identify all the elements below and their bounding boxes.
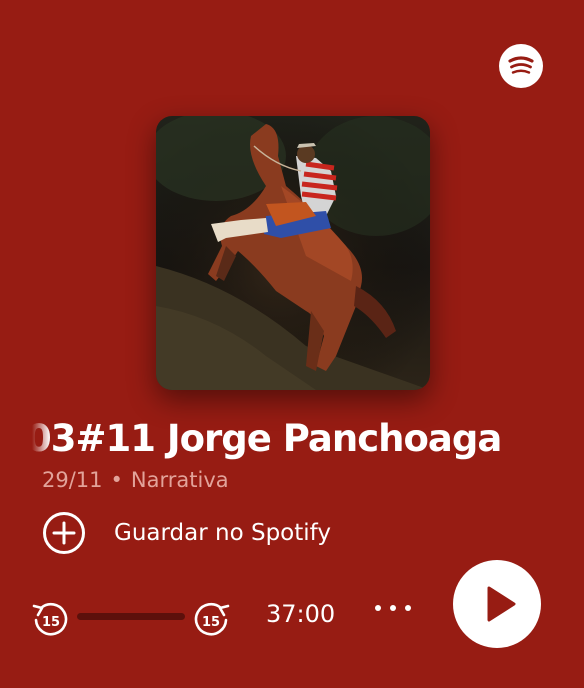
episode-meta: 29/11 • Narrativa bbox=[42, 468, 229, 492]
plus-circle-icon[interactable] bbox=[42, 511, 86, 555]
progress-bar[interactable] bbox=[77, 613, 185, 620]
episode-cover-art bbox=[156, 116, 430, 390]
save-to-spotify-button[interactable]: Guardar no Spotify bbox=[42, 512, 331, 554]
meta-separator: • bbox=[110, 468, 123, 492]
spotify-logo-icon[interactable] bbox=[499, 44, 543, 88]
save-to-spotify-label: Guardar no Spotify bbox=[114, 520, 331, 546]
show-name-link[interactable]: Narrativa bbox=[131, 468, 229, 492]
skip-forward-15-icon[interactable]: 15 bbox=[192, 598, 232, 638]
more-dots-icon[interactable] bbox=[370, 596, 416, 620]
play-icon bbox=[487, 586, 516, 622]
skip-back-seconds: 15 bbox=[42, 615, 60, 630]
player-controls: 15 15 37:00 bbox=[0, 560, 584, 660]
play-button[interactable] bbox=[453, 560, 541, 648]
episode-date: 29/11 bbox=[42, 468, 103, 492]
skip-back-15-icon[interactable]: 15 bbox=[30, 598, 70, 638]
episode-duration: 37:00 bbox=[266, 600, 336, 628]
skip-forward-seconds: 15 bbox=[202, 615, 220, 630]
episode-title: 03#11 Jorge Panchoaga bbox=[32, 417, 502, 460]
